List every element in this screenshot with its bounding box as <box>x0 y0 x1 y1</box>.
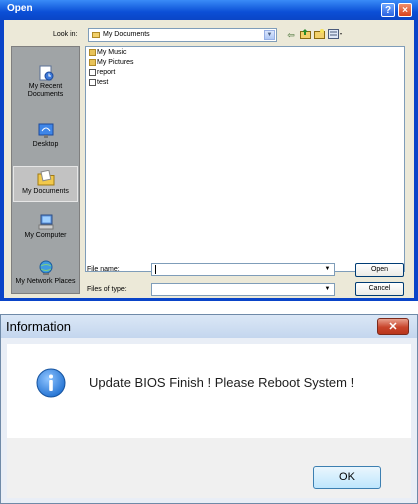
place-my-documents[interactable]: My Documents <box>13 166 78 202</box>
information-dialog-titlebar[interactable]: Information ✕ <box>1 315 417 338</box>
cancel-button[interactable]: Cancel <box>355 282 404 296</box>
folder-icon <box>92 32 100 38</box>
files-of-type-select[interactable]: ▼ <box>151 283 335 296</box>
ok-button[interactable]: OK <box>313 466 381 489</box>
list-item[interactable]: report <box>89 68 115 78</box>
open-dialog-titlebar[interactable]: Open ? × <box>0 0 418 20</box>
look-in-combo[interactable]: My Documents ▼ <box>88 28 277 42</box>
folder-icon <box>89 58 96 66</box>
chevron-down-icon[interactable]: ▼ <box>322 265 333 275</box>
files-of-type-label: Files of type: <box>87 286 127 293</box>
desktop-icon <box>38 123 53 138</box>
message-text: Update BIOS Finish ! Please Reboot Syste… <box>89 375 355 390</box>
place-label: My Recent Documents <box>27 83 64 98</box>
place-desktop[interactable]: Desktop <box>13 123 78 149</box>
file-name: My Pictures <box>97 59 134 66</box>
list-item[interactable]: My Pictures <box>89 58 134 68</box>
network-places-icon <box>39 260 52 275</box>
open-dialog: Open ? × Look in: My Documents ▼ ⇦ My Re… <box>0 0 418 301</box>
back-icon[interactable]: ⇦ <box>285 29 297 41</box>
information-dialog: Information ✕ Update BIOS Finish ! Pleas… <box>0 314 418 504</box>
file-name-field[interactable]: ▼ <box>151 263 335 276</box>
place-label: Desktop <box>32 141 59 148</box>
help-button[interactable]: ? <box>381 3 395 17</box>
file-name: My Music <box>97 49 127 56</box>
list-item[interactable]: My Music <box>89 48 127 58</box>
place-my-computer[interactable]: My Computer <box>13 214 78 240</box>
view-menu-icon[interactable] <box>327 29 343 41</box>
place-label: My Computer <box>24 232 67 239</box>
open-dialog-title: Open <box>7 3 33 14</box>
information-icon <box>36 368 66 398</box>
message-area: Update BIOS Finish ! Please Reboot Syste… <box>7 344 411 438</box>
file-name: report <box>97 69 116 76</box>
place-label: My Documents <box>22 188 69 195</box>
list-item[interactable]: test <box>89 78 108 88</box>
new-folder-icon[interactable] <box>313 29 325 41</box>
information-dialog-title: Information <box>6 319 72 334</box>
place-label: My Network Places <box>15 278 76 285</box>
up-folder-icon[interactable] <box>299 29 311 41</box>
text-cursor <box>155 265 156 274</box>
document-icon <box>89 68 96 76</box>
places-bar: My Recent Documents Desktop My Documents… <box>11 46 80 294</box>
my-computer-icon <box>38 214 53 230</box>
file-name: test <box>97 79 109 86</box>
recent-documents-icon <box>39 65 53 81</box>
my-documents-icon <box>37 170 54 186</box>
place-my-recent-documents[interactable]: My Recent Documents <box>13 65 78 99</box>
file-name-label: File name: <box>87 266 120 273</box>
open-button[interactable]: Open <box>355 263 404 277</box>
close-button[interactable]: × <box>398 3 412 17</box>
button-area: OK <box>7 438 411 498</box>
chevron-down-icon[interactable]: ▼ <box>322 285 333 295</box>
folder-icon <box>89 48 96 56</box>
look-in-value: My Documents <box>103 31 150 38</box>
chevron-down-icon[interactable]: ▼ <box>264 30 275 40</box>
close-button[interactable]: ✕ <box>377 318 409 335</box>
file-list[interactable]: My Music My Pictures report test <box>85 46 405 272</box>
place-my-network-places[interactable]: My Network Places <box>13 260 78 286</box>
document-icon <box>89 78 96 86</box>
look-in-label: Look in: <box>53 31 78 38</box>
open-dialog-body: Look in: My Documents ▼ ⇦ My Recent Docu… <box>4 20 414 298</box>
